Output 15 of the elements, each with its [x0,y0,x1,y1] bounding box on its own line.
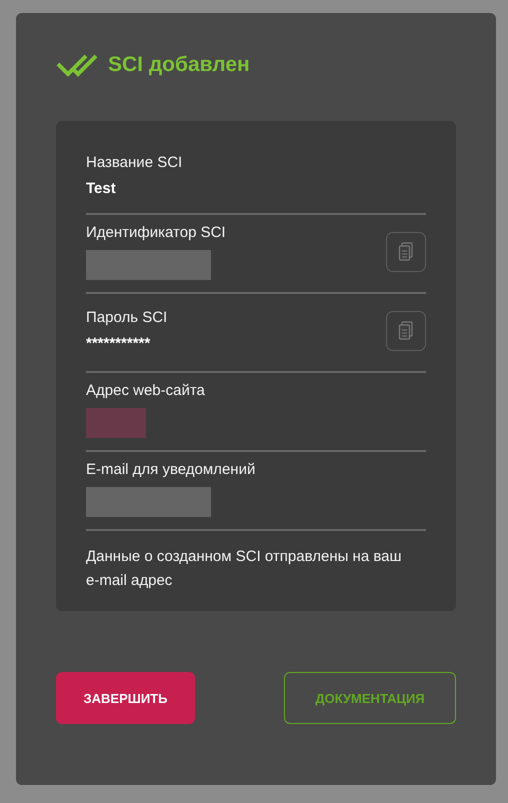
field-label: Адрес web-сайта [86,382,205,398]
field-value: *********** [86,335,152,352]
copy-button[interactable] [386,232,426,272]
field-label: E-mail для уведомлений [86,460,256,478]
documentation-button[interactable]: ДОКУМЕНТАЦИЯ [284,672,456,724]
copy-button[interactable] [386,310,426,350]
info-message: Данные о созданном SCI отправлены на ваш e-mail адрес [86,547,403,591]
copy-icon [398,242,414,262]
field-label: Пароль SCI [86,309,168,326]
field-label: Идентификатор SCI [86,224,226,240]
field-label: Название SCI [86,154,182,170]
field-value: Test [86,180,117,196]
finish-button[interactable]: ЗАВЕРШИТЬ [56,672,195,724]
dialog-title: SCI добавлен [108,53,250,77]
copy-icon [398,320,414,340]
